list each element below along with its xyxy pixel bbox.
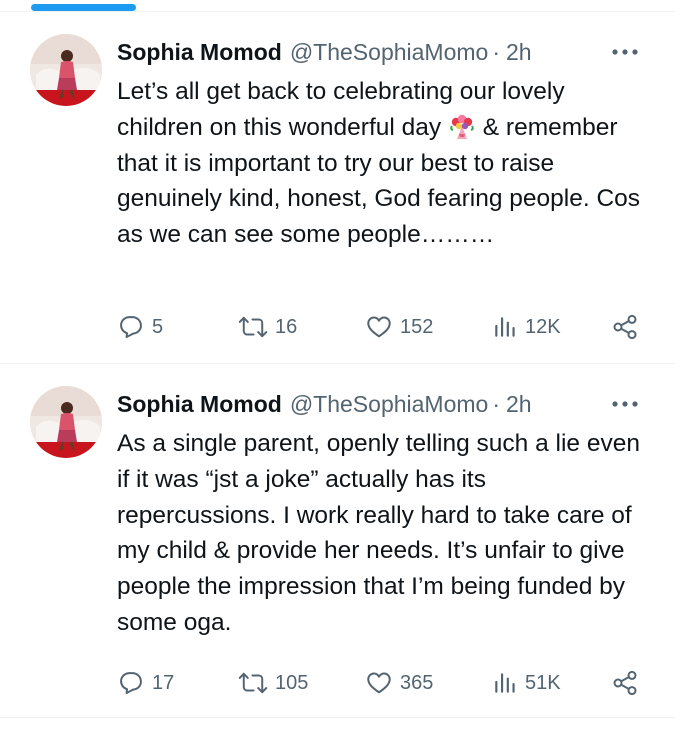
tweet-text: As a single parent, openly telling such … <box>117 430 640 636</box>
more-icon <box>612 401 638 407</box>
like-count: 365 <box>400 671 434 694</box>
divider <box>0 717 675 718</box>
action-bar: 17 105 365 51K <box>117 666 647 700</box>
tweet[interactable]: Sophia Momod @TheSophiaMomo · 2h As a si… <box>0 364 675 718</box>
reply-icon <box>120 316 142 339</box>
reply-icon <box>120 672 142 695</box>
views-icon <box>495 673 515 693</box>
reply-button[interactable]: 5 <box>117 310 163 344</box>
tweet-header: Sophia Momod @TheSophiaMomo · 2h <box>117 36 647 68</box>
retweet-count: 16 <box>275 315 298 338</box>
reply-button[interactable]: 17 <box>117 666 174 700</box>
author-handle[interactable]: @TheSophiaMomo <box>290 391 489 418</box>
share-icon <box>613 670 637 696</box>
avatar[interactable] <box>30 34 102 106</box>
reply-count: 17 <box>152 671 175 694</box>
more-button[interactable] <box>607 388 643 420</box>
share-icon <box>613 314 637 340</box>
views-button[interactable]: 12K <box>492 310 561 344</box>
tweet-header: Sophia Momod @TheSophiaMomo · 2h <box>117 388 647 420</box>
heart-icon <box>367 316 391 338</box>
retweet-icon <box>238 316 268 338</box>
avatar-image <box>30 386 102 458</box>
share-button[interactable] <box>611 666 639 700</box>
author-handle[interactable]: @TheSophiaMomo <box>290 39 489 66</box>
views-icon <box>495 317 515 337</box>
share-button[interactable] <box>611 310 639 344</box>
action-bar: 5 16 152 12K <box>117 310 647 344</box>
retweet-icon <box>238 672 268 694</box>
heart-icon <box>367 672 391 694</box>
more-icon <box>612 49 638 55</box>
views-button[interactable]: 51K <box>492 666 561 700</box>
like-count: 152 <box>400 315 434 338</box>
timestamp[interactable]: 2h <box>506 391 532 418</box>
views-count: 51K <box>525 671 561 694</box>
retweet-count: 105 <box>275 671 309 694</box>
bouquet-emoji-icon <box>450 114 474 139</box>
reply-count: 5 <box>152 315 164 338</box>
separator: · <box>492 38 500 65</box>
retweet-button[interactable]: 105 <box>238 666 308 700</box>
author-name[interactable]: Sophia Momod <box>117 39 282 66</box>
avatar[interactable] <box>30 386 102 458</box>
views-count: 12K <box>525 315 561 338</box>
retweet-button[interactable]: 16 <box>238 310 297 344</box>
tweet[interactable]: Sophia Momod @TheSophiaMomo · 2h Let’s a… <box>0 12 675 364</box>
tab-indicator <box>31 4 136 11</box>
more-button[interactable] <box>607 36 643 68</box>
author-name[interactable]: Sophia Momod <box>117 391 282 418</box>
like-button[interactable]: 365 <box>365 666 433 700</box>
separator: · <box>492 390 500 417</box>
timestamp[interactable]: 2h <box>506 39 532 66</box>
like-button[interactable]: 152 <box>365 310 433 344</box>
tweet-text: Let’s all get back to celebrating our lo… <box>117 74 652 253</box>
avatar-image <box>30 34 102 106</box>
